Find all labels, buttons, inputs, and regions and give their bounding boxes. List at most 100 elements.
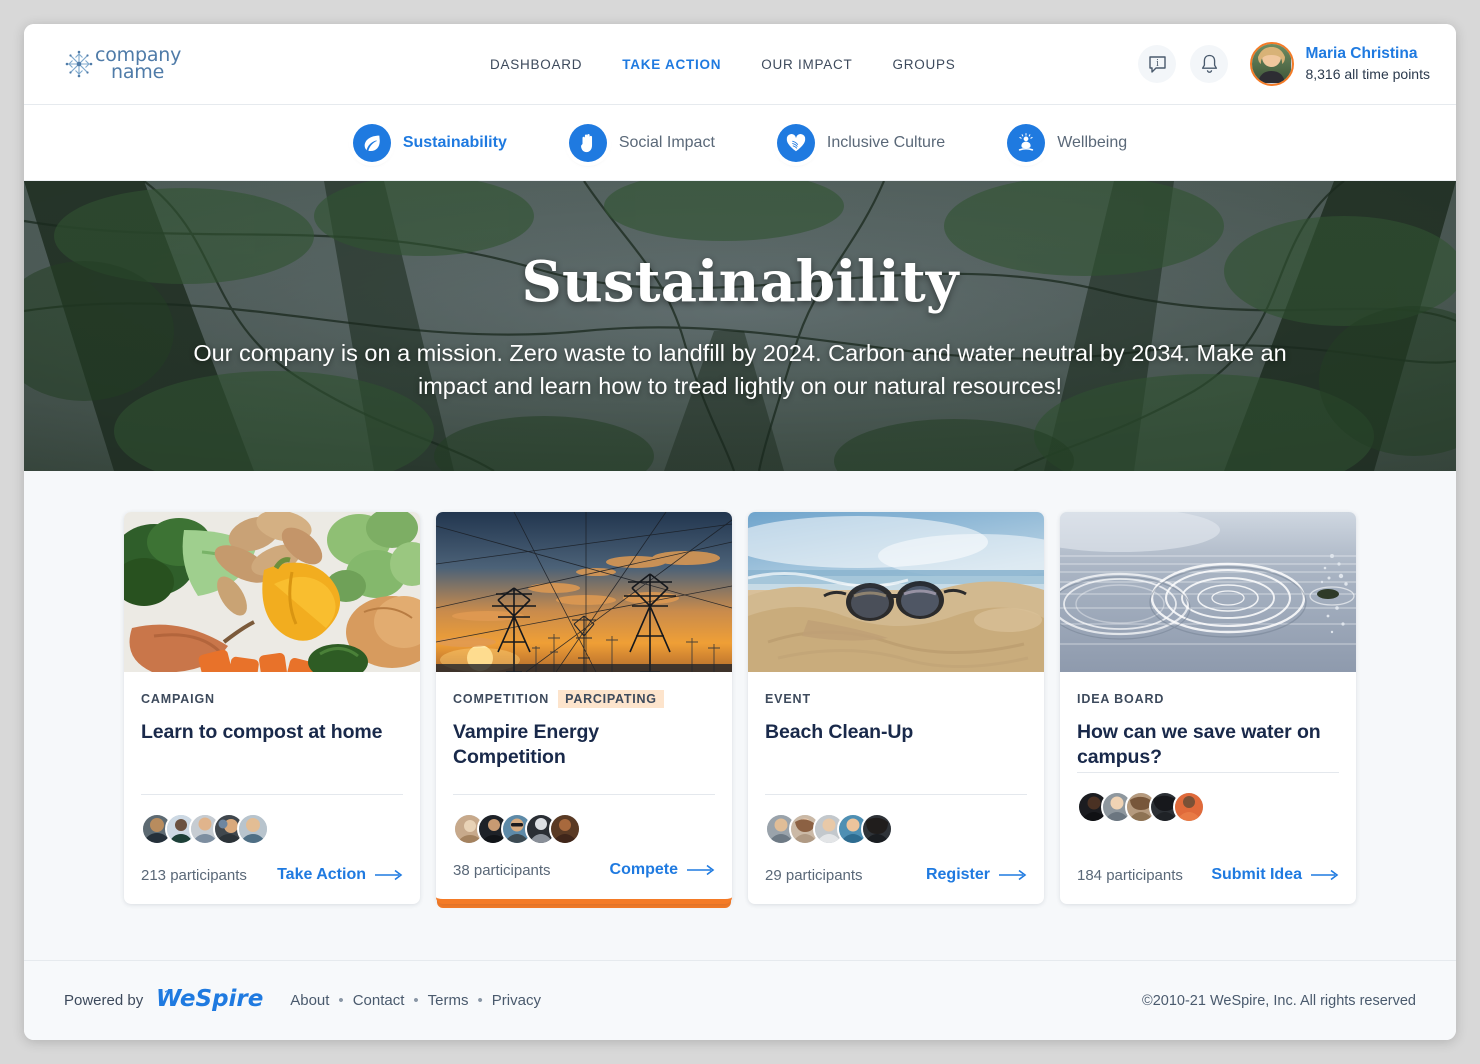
heart-hands-icon (776, 123, 815, 162)
avatar (1173, 791, 1205, 823)
participant-avatars (141, 813, 403, 845)
activity-card-campaign[interactable]: CAMPAIGN Learn to compost at home 213 pa… (124, 512, 420, 904)
footer-link-privacy[interactable]: Privacy (492, 992, 541, 1009)
footer-links: About • Contact • Terms • Privacy (290, 992, 541, 1009)
notification-bell-icon[interactable] (1190, 45, 1229, 83)
svg-text:i: i (1156, 58, 1159, 69)
arrow-right-icon (687, 864, 715, 876)
card-footer: 184 participants Submit Idea (1077, 866, 1339, 884)
avatar (1250, 42, 1295, 86)
card-image-beach (748, 512, 1044, 672)
participant-avatars (453, 813, 715, 845)
user-profile[interactable]: Maria Christina 8,316 all time points (1250, 42, 1430, 86)
card-divider (453, 794, 715, 795)
category-label: Wellbeing (1057, 133, 1128, 151)
powered-by-label: Powered by (64, 992, 144, 1009)
cta-label: Compete (609, 861, 678, 878)
category-nav-bar: Sustainability Social Impact Inclusive C… (24, 105, 1456, 181)
cta-label: Submit Idea (1211, 866, 1302, 883)
card-divider (1077, 772, 1339, 773)
card-type-label: EVENT (765, 691, 811, 706)
top-header: company name DASHBOARD TAKE ACTION OUR I… (24, 24, 1456, 105)
card-body: IDEA BOARD How can we save water on camp… (1060, 672, 1356, 904)
participant-count: 29 participants (765, 866, 863, 884)
wespire-logo-icon: WeSpire (154, 982, 270, 1019)
hero-content: Sustainability Our company is on a missi… (190, 249, 1290, 404)
cta-label: Take Action (277, 866, 366, 883)
brand-name: company name (95, 46, 181, 83)
card-body: COMPETITION PARCIPATING Vampire Energy C… (436, 672, 732, 899)
separator-dot: • (477, 992, 483, 1009)
card-image-water-ripples (1060, 512, 1356, 672)
card-body: CAMPAIGN Learn to compost at home 213 pa… (124, 672, 420, 904)
participant-count: 38 participants (453, 861, 551, 879)
participant-count: 213 participants (141, 866, 247, 884)
nav-item-take-action[interactable]: TAKE ACTION (602, 57, 741, 72)
main-navigation: DASHBOARD TAKE ACTION OUR IMPACT GROUPS (470, 57, 976, 72)
status-badge: PARCIPATING (558, 689, 664, 708)
page-title: Sustainability (521, 248, 959, 315)
header-right-cluster: i Maria Christina 8,316 all time points (1138, 42, 1430, 86)
card-title: Learn to compost at home (141, 721, 383, 743)
card-footer: 29 participants Register (765, 866, 1027, 884)
card-cta-register[interactable]: Register (926, 866, 1027, 884)
separator-dot: • (413, 992, 419, 1009)
participant-avatars (765, 813, 1027, 845)
participant-count: 184 participants (1077, 866, 1183, 884)
category-inclusive-culture[interactable]: Inclusive Culture (746, 123, 976, 162)
card-meta: IDEA BOARD (1077, 690, 1339, 707)
category-label: Social Impact (618, 133, 715, 151)
card-type-label: CAMPAIGN (141, 691, 215, 706)
hero-subtitle: Our company is on a mission. Zero waste … (193, 339, 1287, 399)
activity-card-event[interactable]: EVENT Beach Clean-Up 29 participants Reg… (748, 512, 1044, 904)
hero-banner: Sustainability Our company is on a missi… (24, 181, 1456, 471)
meditation-person-icon (1007, 123, 1046, 162)
cta-label: Register (925, 866, 990, 883)
avatar (237, 813, 269, 845)
card-title: How can we save water on campus? (1077, 721, 1321, 768)
footer-link-about[interactable]: About (290, 992, 329, 1009)
card-body: EVENT Beach Clean-Up 29 participants Reg… (748, 672, 1044, 904)
nav-item-dashboard[interactable]: DASHBOARD (470, 57, 602, 72)
card-divider (765, 794, 1027, 795)
separator-dot: • (338, 992, 344, 1009)
activity-card-competition[interactable]: COMPETITION PARCIPATING Vampire Energy C… (436, 512, 732, 904)
card-cta-compete[interactable]: Compete (610, 861, 715, 879)
category-wellbeing[interactable]: Wellbeing (976, 123, 1158, 162)
card-cta-take-action[interactable]: Take Action (277, 866, 403, 884)
card-type-label: IDEA BOARD (1077, 691, 1165, 706)
card-image-power-lines (436, 512, 732, 672)
copyright-text: ©2010-21 WeSpire, Inc. All rights reserv… (1142, 992, 1416, 1009)
card-title: Vampire Energy Competition (453, 721, 600, 768)
activity-cards-row: CAMPAIGN Learn to compost at home 213 pa… (124, 512, 1356, 904)
footer-link-contact[interactable]: Contact (353, 992, 405, 1009)
card-meta: COMPETITION PARCIPATING (453, 689, 715, 708)
raised-hand-icon (568, 123, 607, 162)
user-points: 8,316 all time points (1305, 66, 1430, 83)
category-label: Inclusive Culture (826, 133, 946, 151)
activity-card-idea-board[interactable]: IDEA BOARD How can we save water on camp… (1060, 512, 1356, 904)
brand-logo[interactable]: company name (64, 46, 181, 83)
brand-line-2: name (111, 61, 165, 83)
avatar (549, 813, 581, 845)
category-sustainability[interactable]: Sustainability (322, 123, 538, 162)
leaf-icon (352, 123, 391, 162)
footer-left: Powered by WeSpire About • Contact • Ter… (64, 982, 541, 1019)
footer-link-terms[interactable]: Terms (428, 992, 469, 1009)
category-social-impact[interactable]: Social Impact (538, 123, 746, 162)
user-name: Maria Christina (1305, 45, 1418, 63)
nav-item-groups[interactable]: GROUPS (873, 57, 976, 72)
arrow-right-icon (999, 869, 1027, 881)
card-type-label: COMPETITION (453, 691, 550, 706)
card-cta-submit-idea[interactable]: Submit Idea (1211, 866, 1339, 884)
user-info: Maria Christina 8,316 all time points (1305, 44, 1430, 84)
arrow-right-icon (375, 869, 403, 881)
card-title: Beach Clean-Up (765, 721, 914, 743)
main-content: CAMPAIGN Learn to compost at home 213 pa… (24, 471, 1456, 960)
card-meta: CAMPAIGN (141, 690, 403, 707)
nav-item-our-impact[interactable]: OUR IMPACT (741, 57, 872, 72)
category-label: Sustainability (402, 133, 507, 151)
info-message-icon[interactable]: i (1138, 45, 1177, 83)
card-image-vegetables (124, 512, 420, 672)
card-divider (141, 794, 403, 795)
